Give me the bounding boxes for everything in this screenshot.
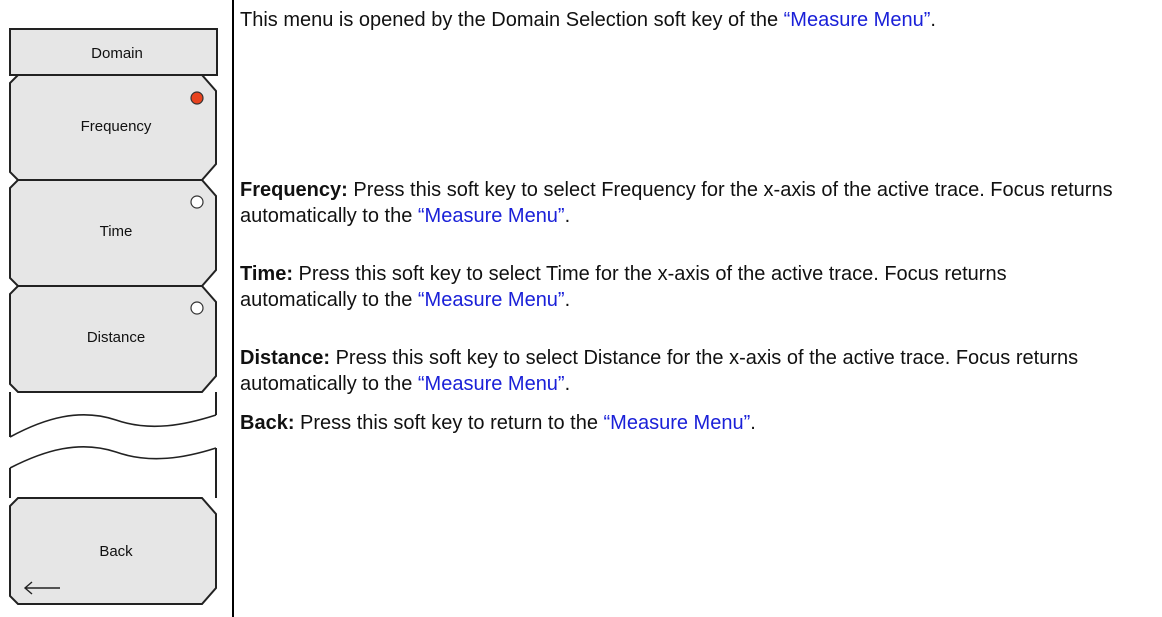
distance-key-label: Distance	[87, 329, 145, 346]
intro-text: This menu is opened by the Domain Select…	[240, 9, 784, 31]
frequency-term: Frequency:	[240, 179, 348, 201]
measure-menu-link[interactable]: “Measure Menu”	[418, 289, 565, 311]
omitted-keys-break	[9, 392, 217, 498]
back-end: .	[750, 412, 756, 434]
frequency-soft-key[interactable]: Frequency	[9, 74, 217, 181]
measure-menu-link[interactable]: “Measure Menu”	[418, 373, 565, 395]
distance-description: Distance: Press this soft key to select …	[240, 345, 1120, 397]
distance-text: Press this soft key to select Distance f…	[240, 347, 1079, 395]
time-term: Time:	[240, 263, 293, 285]
back-soft-key[interactable]: Back	[9, 497, 217, 605]
frequency-end: .	[564, 205, 571, 227]
measure-menu-link[interactable]: “Measure Menu”	[784, 9, 931, 31]
time-unselected-indicator-icon	[190, 195, 204, 209]
menu-title-box: Domain	[9, 28, 218, 76]
distance-end: .	[564, 373, 571, 395]
frequency-description: Frequency: Press this soft key to select…	[240, 177, 1120, 229]
domain-soft-key-menu: Domain Frequency Time Distance Back	[9, 28, 218, 605]
measure-menu-link[interactable]: “Measure Menu”	[604, 412, 751, 434]
distance-term: Distance:	[240, 347, 331, 369]
intro-paragraph: This menu is opened by the Domain Select…	[240, 7, 1120, 33]
intro-end: .	[930, 9, 936, 31]
time-end: .	[564, 289, 571, 311]
back-key-label: Back	[99, 543, 133, 560]
measure-menu-link[interactable]: “Measure Menu”	[418, 205, 565, 227]
frequency-key-label: Frequency	[81, 118, 152, 135]
distance-unselected-indicator-icon	[190, 301, 204, 315]
frequency-text: Press this soft key to select Frequency …	[240, 179, 1113, 227]
menu-title: Domain	[91, 45, 143, 62]
time-soft-key[interactable]: Time	[9, 179, 217, 287]
frequency-selected-indicator-icon	[190, 91, 204, 105]
time-text: Press this soft key to select Time for t…	[240, 263, 1007, 311]
back-term: Back:	[240, 412, 295, 434]
page: Domain Frequency Time Distance Back This…	[0, 0, 1162, 617]
time-description: Time: Press this soft key to select Time…	[240, 261, 1120, 313]
back-text: Press this soft key to return to the	[294, 412, 604, 434]
time-key-label: Time	[100, 223, 133, 240]
column-divider	[232, 0, 234, 617]
distance-soft-key[interactable]: Distance	[9, 285, 217, 393]
back-description: Back: Press this soft key to return to t…	[240, 410, 1120, 436]
